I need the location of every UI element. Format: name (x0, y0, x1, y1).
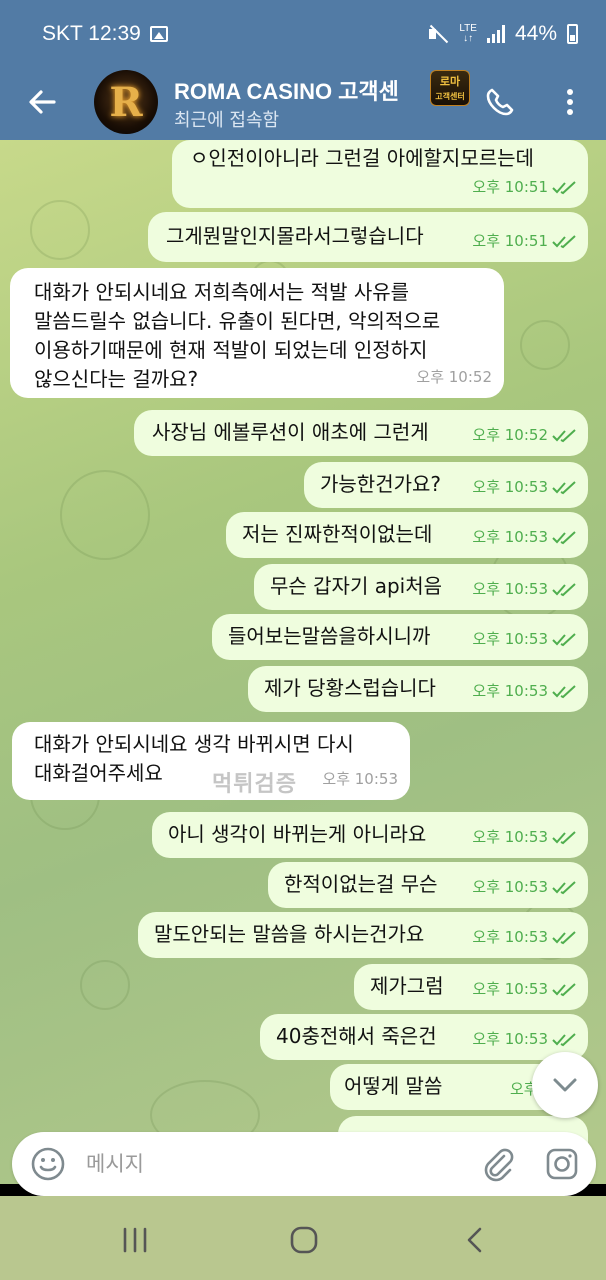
message-composer: 메시지 (12, 1132, 596, 1196)
signal-icon (486, 25, 505, 43)
battery-icon (567, 24, 578, 44)
message-outgoing[interactable]: 그게뭔말인지몰라서그렇습니다 오후 10:51 (148, 212, 588, 262)
double-check-icon (552, 930, 576, 944)
message-outgoing[interactable]: ㅇ인전이아니라 그런걸 아에할지모르는데 오후 10:51 (172, 140, 588, 208)
double-check-icon (552, 684, 576, 698)
double-check-icon (552, 530, 576, 544)
phone-icon[interactable] (482, 84, 518, 120)
message-outgoing[interactable]: 사장님 에볼루션이 애초에 그런게 오후 10:52 (134, 410, 588, 456)
double-check-icon (552, 428, 576, 442)
mute-icon (427, 25, 449, 43)
message-outgoing[interactable]: 40충전해서 죽은건 오후 10:53 (260, 1014, 588, 1060)
home-icon[interactable] (288, 1226, 320, 1254)
chat-title[interactable]: ROMA CASINO 고객센 (174, 74, 426, 106)
double-check-icon (552, 880, 576, 894)
message-outgoing[interactable]: 제가그럼 오후 10:53 (354, 964, 588, 1010)
back-nav-icon[interactable] (462, 1226, 486, 1254)
status-icons: LTE ↓↑ 44% (427, 22, 578, 46)
double-check-icon (552, 632, 576, 646)
chat-header: R ROMA CASINO 고객센 로마 고객센터 최근에 접속함 (0, 68, 606, 140)
carrier-time: SKT 12:39 (42, 22, 141, 45)
message-input[interactable]: 메시지 (86, 1148, 144, 1178)
double-check-icon (552, 180, 576, 194)
double-check-icon (552, 982, 576, 996)
message-outgoing[interactable]: 한적이없는걸 무슨 오후 10:53 (268, 862, 588, 908)
paperclip-icon[interactable] (480, 1146, 516, 1182)
chat-status: 최근에 접속함 (174, 110, 280, 131)
message-outgoing[interactable]: 무슨 갑자기 api처음 오후 10:53 (254, 564, 588, 610)
double-check-icon (552, 480, 576, 494)
scroll-down-button[interactable] (532, 1052, 598, 1118)
message-outgoing[interactable]: 들어보는말씀을하시니까 오후 10:53 (212, 614, 588, 660)
more-vertical-icon[interactable] (552, 84, 588, 120)
system-nav-bar (0, 1196, 606, 1280)
double-check-icon (552, 1032, 576, 1046)
message-outgoing[interactable]: 제가 당황스럽습니다 오후 10:53 (248, 666, 588, 712)
status-bar: SKT 12:39 LTE ↓↑ 44% (0, 0, 606, 68)
message-outgoing[interactable]: 아니 생각이 바뀌는게 아니라요 오후 10:53 (152, 812, 588, 858)
back-arrow-icon[interactable] (24, 84, 60, 120)
lte-indicator: LTE ↓↑ (459, 23, 477, 44)
chevron-down-icon (553, 1078, 577, 1092)
watermark-text: 먹튀검증 (212, 772, 297, 797)
double-check-icon (552, 234, 576, 248)
battery-percent: 44% (514, 22, 557, 45)
chat-area[interactable]: ㅇ인전이아니라 그런걸 아에할지모르는데 오후 10:51 그게뭔말인지몰라서그… (0, 140, 606, 1184)
avatar[interactable]: R (94, 70, 158, 134)
message-incoming[interactable]: 대화가 안되시네요 생각 바뀌시면 다시 대화걸어주세요 오후 10:53 (12, 722, 410, 800)
double-check-icon (552, 582, 576, 596)
message-outgoing[interactable]: 말도안되는 말씀을 하시는건가요 오후 10:53 (138, 912, 588, 958)
recent-apps-icon[interactable] (120, 1226, 150, 1254)
message-incoming[interactable]: 대화가 안되시네요 저희측에서는 적발 사유를 말씀드릴수 없습니다. 유출이 … (10, 268, 504, 398)
instagram-camera-icon[interactable] (544, 1146, 580, 1182)
message-outgoing[interactable]: 저는 진짜한적이없는데 오후 10:53 (226, 512, 588, 558)
gallery-notification-icon (150, 26, 168, 42)
message-outgoing[interactable]: 가능한건가요? 오후 10:53 (304, 462, 588, 508)
double-check-icon (552, 830, 576, 844)
title-badge-logo: 로마 고객센터 (430, 70, 470, 106)
emoji-icon[interactable] (30, 1146, 66, 1182)
